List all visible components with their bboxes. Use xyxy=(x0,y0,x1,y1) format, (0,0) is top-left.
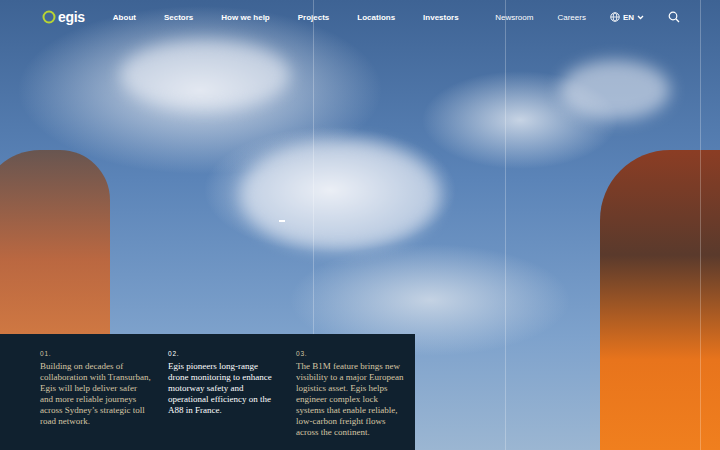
nav-item[interactable]: Projects xyxy=(298,13,330,22)
story-card[interactable]: 01.Building on decades of collaboration … xyxy=(40,350,152,446)
chevron-down-icon xyxy=(637,15,644,20)
nav-item[interactable]: Careers xyxy=(557,13,585,22)
nav-item[interactable]: How we help xyxy=(221,13,269,22)
photographer-figure xyxy=(0,150,110,350)
logo[interactable]: egis xyxy=(42,9,85,25)
nav-item[interactable]: Locations xyxy=(357,13,395,22)
grid-line xyxy=(505,0,506,450)
nav-item[interactable]: About xyxy=(113,13,136,22)
secondary-menu: Newsroom Careers EN xyxy=(495,11,680,23)
story-card[interactable]: 02.Egis pioneers long-range drone monito… xyxy=(168,350,280,446)
top-nav: egis About Sectors How we help Projects Locat… xyxy=(0,0,720,34)
search-icon xyxy=(668,11,680,23)
nav-item[interactable]: Investors xyxy=(423,13,459,22)
worker-figure xyxy=(600,150,720,450)
stories-panel: 01.Building on decades of collaboration … xyxy=(0,334,415,450)
primary-menu: About Sectors How we help Projects Locations… xyxy=(113,13,459,22)
slide-indicator xyxy=(279,220,285,222)
search-button[interactable] xyxy=(668,11,680,23)
grid-line xyxy=(700,0,701,450)
story-card[interactable]: 03.The B1M feature brings new visibility… xyxy=(296,350,408,446)
logo-ring-icon xyxy=(42,10,56,24)
home-page: egis About Sectors How we help Projects Locat… xyxy=(0,0,720,450)
language-selector[interactable]: EN xyxy=(610,12,644,22)
globe-icon xyxy=(610,12,620,22)
nav-item[interactable]: Newsroom xyxy=(495,13,533,22)
nav-item[interactable]: Sectors xyxy=(164,13,193,22)
